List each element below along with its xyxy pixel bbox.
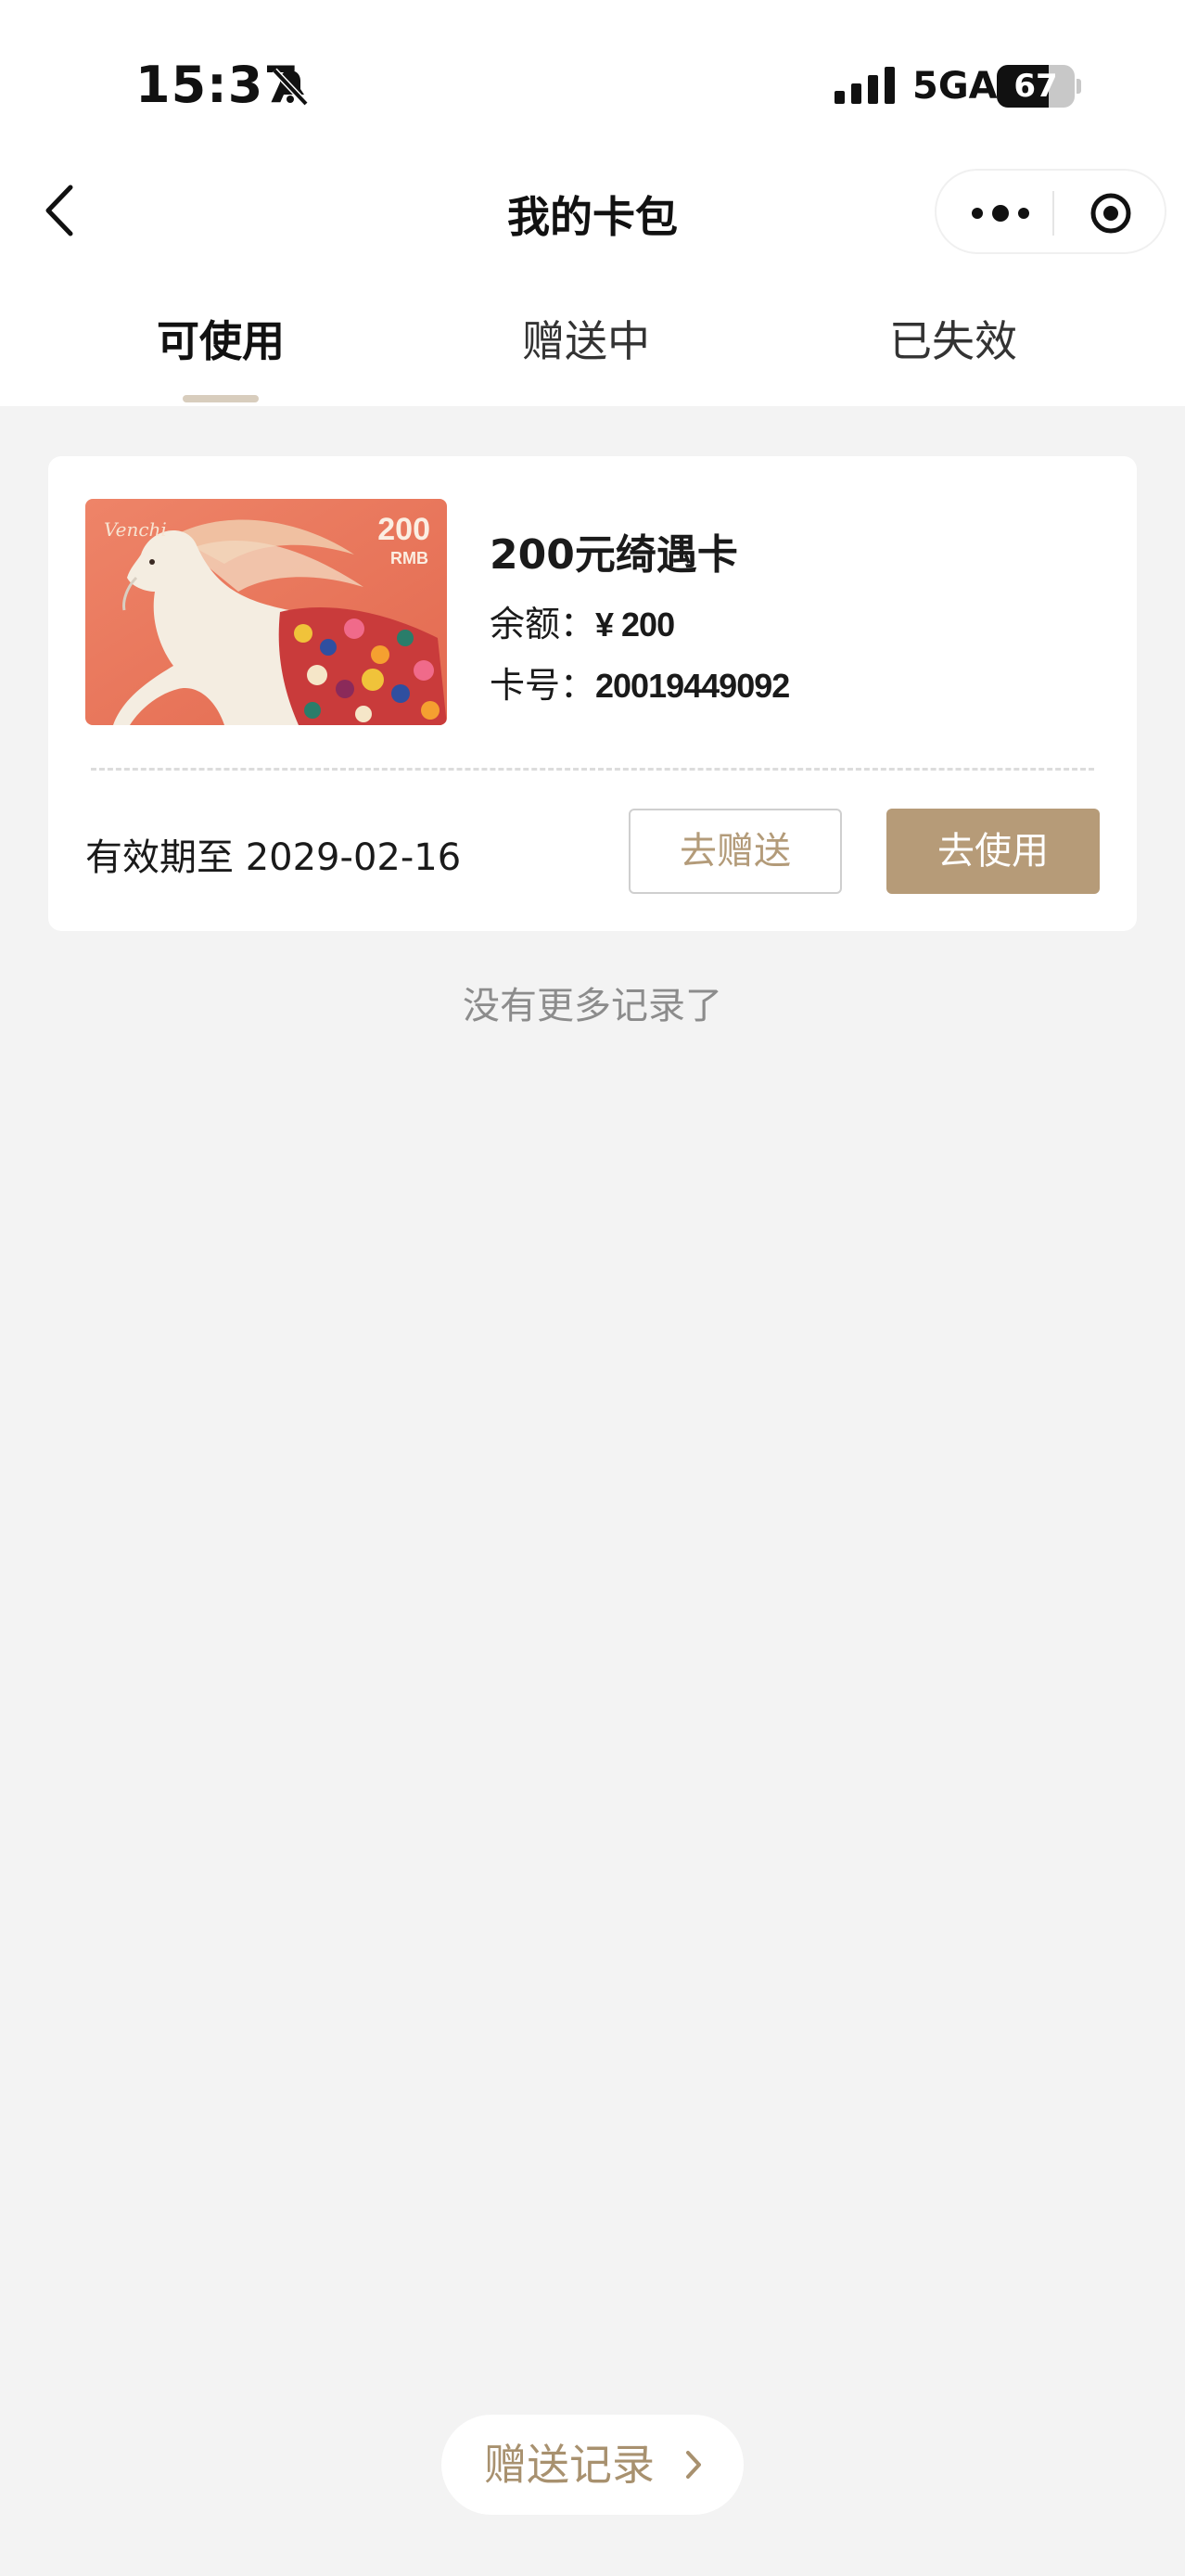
cellular-signal-icon	[835, 67, 895, 104]
dashed-divider	[91, 768, 1094, 771]
card-face-amount: 200	[377, 512, 430, 547]
tab-expired[interactable]: 已失效	[814, 308, 1092, 369]
bell-muted-icon	[272, 68, 309, 107]
gift-records-label: 赠送记录	[484, 2440, 655, 2490]
network-type: 5GA	[912, 65, 998, 108]
battery-percentage: 67	[1013, 68, 1058, 105]
battery-cap	[1077, 79, 1081, 94]
tab-available[interactable]: 可使用	[82, 308, 360, 369]
gift-card-image: Venchi 200 RMB	[85, 499, 447, 725]
active-tab-indicator	[183, 395, 259, 402]
use-card-button[interactable]: 去使用	[886, 809, 1100, 894]
horse-card-artwork: Venchi 200 RMB	[85, 499, 447, 725]
card-name: 200元绮遇卡	[490, 531, 738, 579]
card-number-label: 卡号：	[490, 665, 596, 706]
end-of-list-text: 没有更多记录了	[463, 985, 722, 1027]
more-options-icon[interactable]	[970, 198, 1031, 228]
gift-card-button[interactable]: 去赠送	[629, 809, 842, 894]
chevron-right-icon	[686, 2451, 701, 2479]
mini-program-capsule	[935, 169, 1166, 254]
header-area: 15:37 5GA 67 我的卡包 可使用 赠送中 已失效	[0, 0, 1185, 406]
balance-label: 余额：	[490, 604, 596, 644]
card-balance: 余额：¥ 200	[490, 595, 675, 646]
capsule-divider	[1052, 191, 1054, 236]
gift-card-item[interactable]: Venchi 200 RMB 200元绮遇卡 余额：¥ 200 卡号：20019…	[48, 456, 1137, 931]
gift-records-button[interactable]: 赠送记录	[441, 2415, 744, 2515]
expiry-date: 有效期至 2029-02-16	[85, 836, 462, 879]
battery-body: 67	[997, 65, 1075, 108]
card-number-value: 20019449092	[595, 667, 790, 705]
card-brand-logo: Venchi	[104, 518, 167, 541]
tab-gifting[interactable]: 赠送中	[447, 308, 725, 369]
card-number: 卡号：20019449092	[490, 657, 790, 708]
close-mini-program-icon[interactable]	[1089, 191, 1133, 236]
battery-indicator: 67	[997, 65, 1082, 108]
card-face-currency: RMB	[390, 549, 428, 567]
balance-value: ¥ 200	[595, 606, 675, 644]
